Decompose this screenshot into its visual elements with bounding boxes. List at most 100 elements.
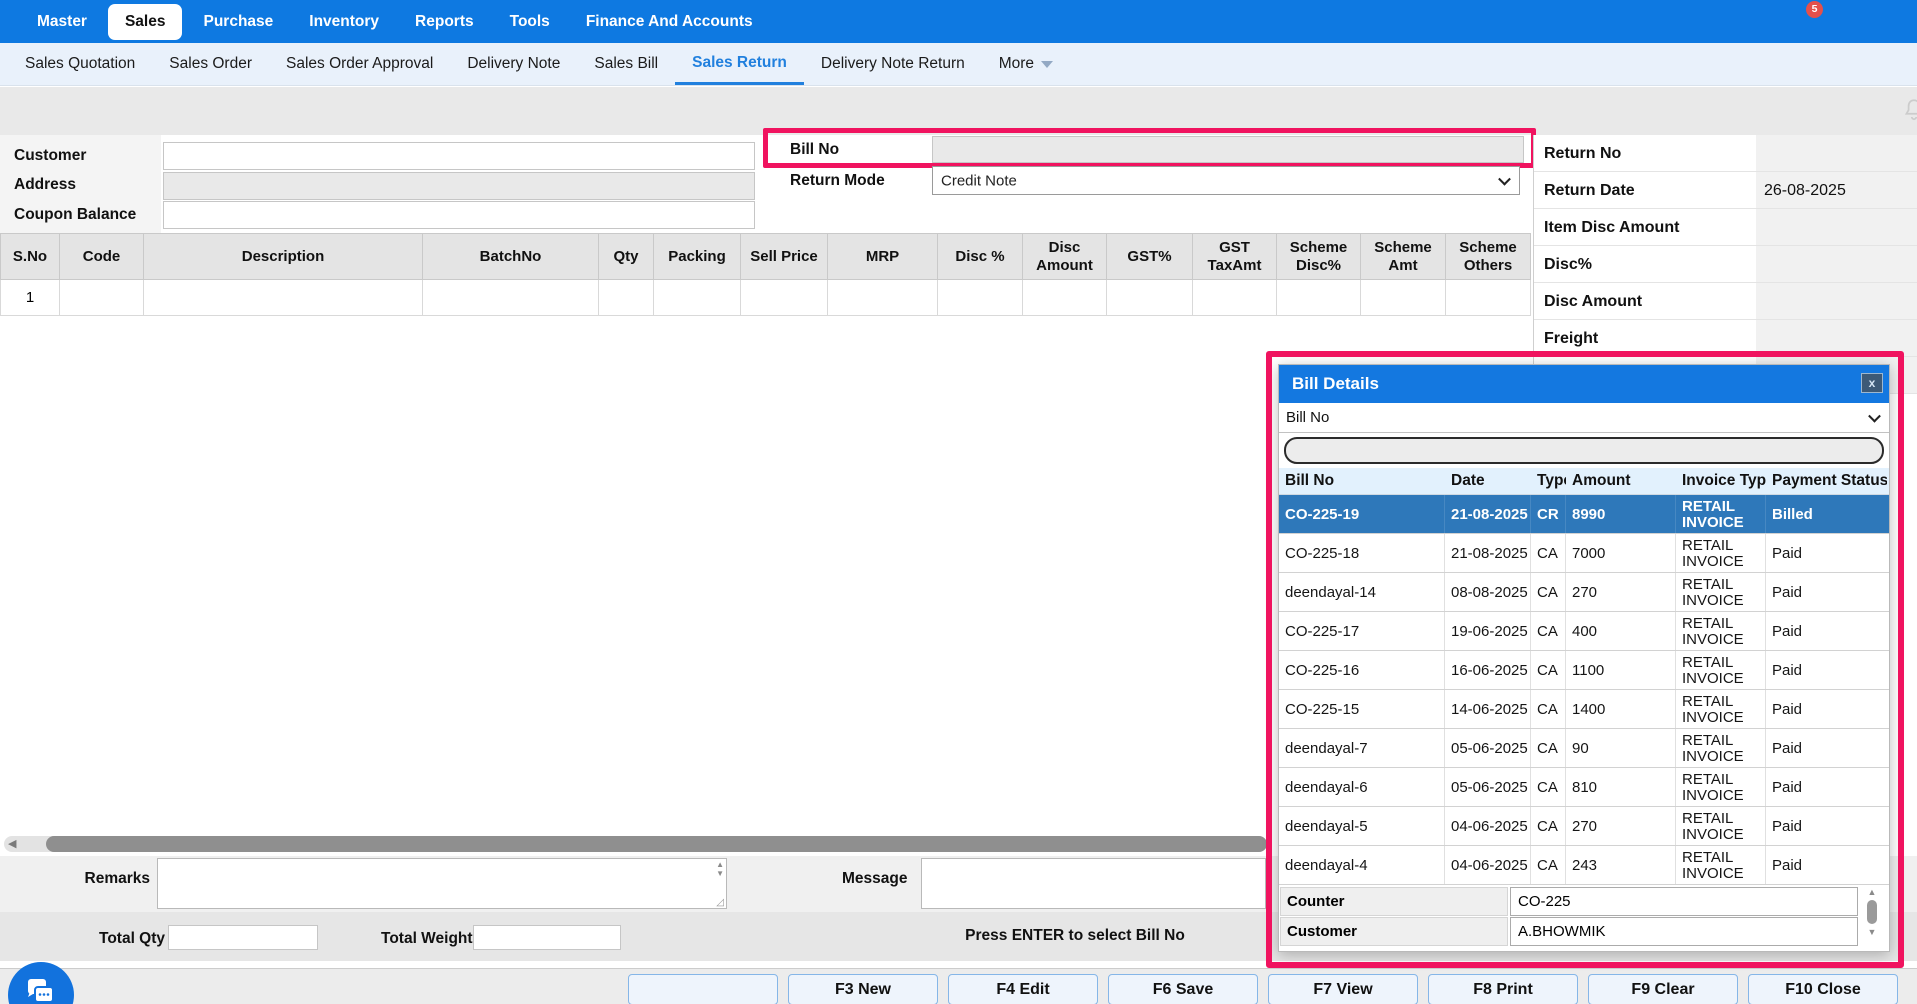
f4-edit-button[interactable]: F4 Edit [948,974,1098,1004]
subnav-sales-quotation[interactable]: Sales Quotation [8,43,152,85]
scroll-up-arrow-icon[interactable]: ▲ [1864,887,1880,897]
f9-clear-button[interactable]: F9 Clear [1588,974,1738,1004]
cell-mrp[interactable] [827,279,938,316]
col-amount: Amount [1572,472,1631,489]
popup-customer-value-field[interactable]: A.BHOWMIK [1510,917,1858,946]
summary-row-disc-amount: Disc Amount [1534,283,1917,320]
bill-filter-select[interactable]: Bill No [1279,403,1889,433]
bill-search-input[interactable] [1284,437,1884,464]
cell-packing[interactable] [653,279,741,316]
popup-close-button[interactable]: x [1861,373,1883,393]
textarea-scroll-arrows[interactable]: ▲ ▼ [716,860,724,878]
f3-new-button[interactable]: F3 New [788,974,938,1004]
empty-function-button[interactable] [628,974,778,1004]
col-invoice-type: Invoice Type [1682,472,1766,489]
topnav-tools[interactable]: Tools [495,5,565,39]
total-weight-input[interactable] [473,925,621,950]
col-gst-pct: GST% [1106,233,1193,280]
coupon-balance-input[interactable] [163,201,755,229]
return-mode-value: Credit Note [941,172,1017,189]
bill-row[interactable]: CO-225-17 19-06-2025 CA 400 RETAIL INVOICE Pa… [1279,612,1889,651]
address-input[interactable] [163,172,755,200]
status-hint: Press ENTER to select Bill No [965,927,1185,944]
total-qty-input[interactable] [168,925,318,950]
topnav-purchase[interactable]: Purchase [188,5,288,39]
f7-view-button[interactable]: F7 View [1268,974,1418,1004]
col-mrp: MRP [827,233,938,280]
popup-vertical-scrollbar[interactable]: ▲ ▼ [1864,887,1880,945]
vertical-scrollbar-thumb[interactable] [1867,900,1877,924]
col-disc-amount: Disc Amount [1022,233,1107,280]
horizontal-scrollbar[interactable]: ◀ [4,836,1267,852]
bill-row[interactable]: deendayal-6 05-06-2025 CA 810 RETAIL INVOICE… [1279,768,1889,807]
customer-input[interactable] [163,142,755,170]
items-table-header-row: S.No Code Description BatchNo Qty Packin… [0,233,1531,280]
col-scheme-others: Scheme Others [1445,233,1531,280]
scroll-left-arrow-icon[interactable]: ◀ [8,837,16,851]
bell-watermark-icon [1901,95,1917,130]
cell-disc-pct[interactable] [937,279,1023,316]
cell-scheme-amt[interactable] [1360,279,1446,316]
col-sell-price: Sell Price [740,233,828,280]
f10-close-button[interactable]: F10 Close [1748,974,1898,1004]
f6-save-button[interactable]: F6 Save [1108,974,1258,1004]
disc-amount-label: Disc Amount [1544,293,1643,310]
cell-scheme-disc[interactable] [1276,279,1361,316]
popup-titlebar[interactable]: Bill Details x [1279,365,1889,403]
subnav-delivery-note[interactable]: Delivery Note [450,43,577,85]
subnav-delivery-note-return[interactable]: Delivery Note Return [804,43,982,85]
col-payment-status: Payment Status [1772,472,1887,489]
counter-value-field[interactable]: CO-225 [1510,887,1858,916]
resize-handle-icon[interactable]: ◿ [716,897,724,908]
bill-row[interactable]: CO-225-15 14-06-2025 CA 1400 RETAIL INVOICE P… [1279,690,1889,729]
bill-row[interactable]: deendayal-4 04-06-2025 CA 243 RETAIL INVOICE… [1279,846,1889,885]
bill-row[interactable]: deendayal-5 04-06-2025 CA 270 RETAIL INVOICE… [1279,807,1889,846]
return-date-label: Return Date [1544,182,1635,199]
cell-batchno[interactable] [422,279,599,316]
cell-sell-price[interactable] [740,279,828,316]
bill-row[interactable]: CO-225-16 16-06-2025 CA 1100 RETAIL INVOICE P… [1279,651,1889,690]
cell-gst-taxamt[interactable] [1192,279,1277,316]
topnav-reports[interactable]: Reports [400,5,489,39]
return-summary-panel: Return No Return Date 26-08-2025 Item Dis… [1533,135,1917,394]
cell-description[interactable] [143,279,423,316]
chat-fab-button[interactable] [8,962,74,1004]
subnav-sales-return[interactable]: Sales Return [675,43,804,85]
remarks-textarea[interactable]: ▲ ▼ ◿ [157,858,727,909]
col-sno: S.No [0,233,60,280]
cell-sno[interactable]: 1 [0,279,60,316]
bill-no-label: Bill No [790,141,840,158]
bill-row[interactable]: deendayal-14 08-08-2025 CA 270 RETAIL INVOIC… [1279,573,1889,612]
subnav-sales-order-approval[interactable]: Sales Order Approval [269,43,450,85]
bill-filter-value: Bill No [1286,409,1330,426]
col-scheme-disc: Scheme Disc% [1276,233,1361,280]
subnav-sales-bill[interactable]: Sales Bill [577,43,675,85]
cell-gst-pct[interactable] [1106,279,1193,316]
topnav-finance-and-accounts[interactable]: Finance And Accounts [571,5,768,39]
cell-code[interactable] [59,279,144,316]
total-weight-label: Total Weight [381,930,473,947]
topnav-sales[interactable]: Sales [107,3,183,40]
subnav-sales-order[interactable]: Sales Order [152,43,269,85]
bill-row-selected[interactable]: CO-225-19 21-08-2025 CR 8990 RETAIL INVOICE B… [1279,495,1889,534]
subnav-more[interactable]: More [982,43,1070,85]
topnav-master[interactable]: Master [22,5,102,39]
cell-qty[interactable] [598,279,654,316]
total-qty-label: Total Qty [99,930,166,947]
bill-row[interactable]: CO-225-18 21-08-2025 CA 7000 RETAIL INVOICE P… [1279,534,1889,573]
sales-subnav: Sales Quotation Sales Order Sales Order … [0,43,1917,86]
summary-row-item-disc-amount: Item Disc Amount [1534,209,1917,246]
message-textarea[interactable] [921,858,1266,909]
cell-disc-amount[interactable] [1022,279,1107,316]
popup-footer: Counter CO-225 Customer A.BHOWMIK [1279,887,1889,947]
summary-row-return-date: Return Date 26-08-2025 [1534,172,1917,209]
horizontal-scrollbar-thumb[interactable] [46,836,1267,852]
return-mode-select[interactable]: Credit Note [932,166,1520,195]
bill-no-input[interactable] [932,136,1524,163]
item-disc-amount-value [1756,209,1917,245]
topnav-inventory[interactable]: Inventory [294,5,394,39]
scroll-down-arrow-icon[interactable]: ▼ [1864,927,1880,937]
f8-print-button[interactable]: F8 Print [1428,974,1578,1004]
cell-scheme-others[interactable] [1445,279,1531,316]
bill-row[interactable]: deendayal-7 05-06-2025 CA 90 RETAIL INVOICE P… [1279,729,1889,768]
